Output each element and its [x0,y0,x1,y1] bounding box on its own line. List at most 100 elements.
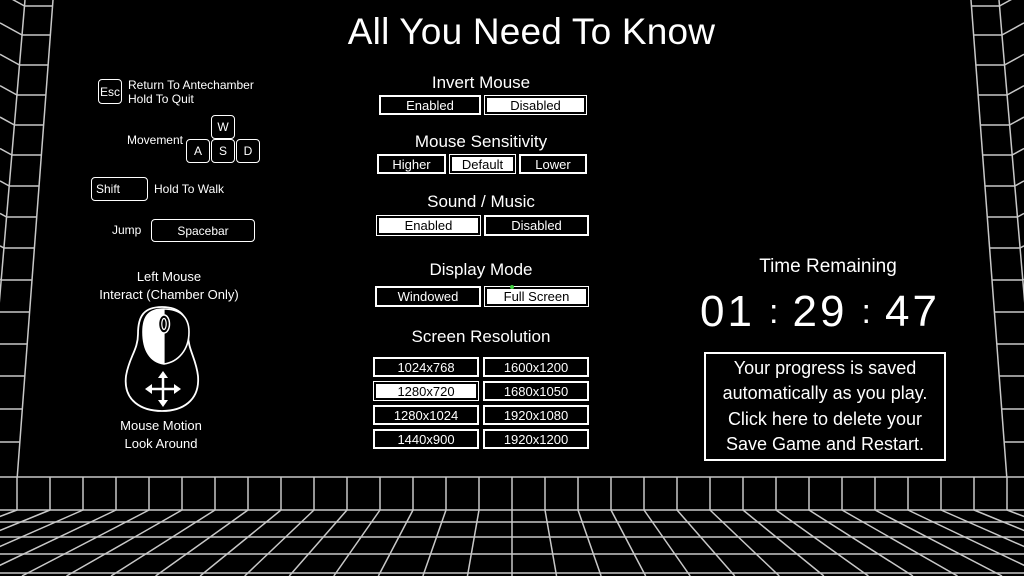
invert-mouse-disabled-button[interactable]: Disabled [484,95,587,115]
floor-perspective-line [244,509,315,576]
mouse-icon [124,306,199,412]
floor-perspective-line [676,509,736,576]
cursor-marker [510,285,514,289]
page-title: All You Need To Know [347,11,716,52]
wall-left-inner-line [16,0,54,478]
resolution-option[interactable]: 1280x720 [373,381,479,401]
display-windowed-button[interactable]: Windowed [375,286,481,307]
s-key-icon: S [211,139,235,163]
wall-left-diagonal [0,85,18,96]
jump-label: Jump [112,223,142,237]
save-notice-line: Save Game and Restart. [725,434,925,454]
floor-perspective-line [21,509,150,576]
floor-perspective-line [775,509,869,576]
floor-perspective-line [377,509,414,576]
invert-mouse-enabled-button[interactable]: Enabled [379,95,481,115]
mouse-motion-line-2: Look Around [124,436,198,451]
help-screen: All You Need To Know Esc Return To Antec… [0,0,1024,576]
display-mode-heading: Display Mode [429,260,533,279]
walk-label: Hold To Walk [154,182,225,196]
floor-perspective-line [66,509,183,576]
screen-resolution-heading: Screen Resolution [411,327,551,346]
countdown-timer: 01 : 29 : 47 [700,290,940,334]
sound-enabled-button[interactable]: Enabled [376,215,481,236]
floor-perspective-line [155,509,249,576]
wall-left-diagonal [0,180,10,187]
floor-perspective-line [288,509,348,576]
resolution-option[interactable]: 1024x768 [373,357,479,377]
wall-left-outer-line [0,0,26,303]
resolution-option[interactable]: 1280x1024 [373,405,479,425]
wall-right-diagonal [1017,212,1024,218]
esc-line-1: Return To Antechamber [128,78,254,92]
wall-left-diagonal [12,0,25,7]
wall-left-diagonal [0,53,20,66]
wall-right-diagonal [1014,180,1024,187]
resolution-option[interactable]: 1440x900 [373,429,479,449]
floor-perspective-line [643,509,691,576]
sensitivity-higher-button[interactable]: Higher [377,154,446,174]
mouse-sensitivity-heading: Mouse Sensitivity [414,132,548,151]
wall-right-diagonal [1004,53,1024,66]
floor-perspective-line [577,509,602,576]
spacebar-key-icon: Spacebar [151,219,255,242]
wall-right-inner-line [970,0,1008,478]
esc-key-icon: Esc [98,79,122,104]
floor-perspective-line [709,509,780,576]
wall-right-diagonal [1006,85,1024,96]
mouse-motion-description: Mouse Motion Look Around [71,417,251,453]
floor-perspective-line [0,509,117,567]
mouse-scroll-wheel [157,314,171,334]
left-mouse-description: Left Mouse Interact (Chamber Only) [79,268,259,304]
floor-perspective-line [199,509,282,576]
display-fullscreen-button[interactable]: Full Screen [484,286,589,307]
floor-perspective-line [466,509,480,576]
sensitivity-lower-button[interactable]: Lower [519,154,587,174]
shift-key-icon: Shift [91,177,148,201]
resolution-option[interactable]: 1600x1200 [483,357,589,377]
floor-perspective-line [841,509,958,576]
timer-separator: : [769,293,779,331]
time-remaining-label: Time Remaining [759,256,897,277]
save-notice-line: automatically as you play. [722,383,928,403]
wall-right-diagonal [999,0,1012,7]
sensitivity-default-button[interactable]: Default [449,154,516,174]
wall-left-diagonal [0,147,13,156]
left-mouse-line-1: Left Mouse [136,269,202,284]
d-key-icon: D [236,139,260,163]
mouse-motion-line-1: Mouse Motion [120,418,202,433]
floor-perspective-line [907,509,1024,567]
floor-perspective-line [422,509,447,576]
timer-hours: 01 [700,287,755,336]
wall-right-diagonal [1009,116,1024,126]
floor-perspective-line [333,509,381,576]
left-mouse-line-2: Interact (Chamber Only) [99,287,239,302]
timer-minutes: 29 [792,287,848,336]
esc-line-2: Hold To Quit [128,92,194,106]
invert-mouse-heading: Invert Mouse [431,73,531,92]
sound-disabled-button[interactable]: Disabled [484,215,589,236]
timer-seconds: 47 [885,287,940,336]
resolution-option[interactable]: 1680x1050 [483,381,589,401]
wall-left-diagonal [0,278,2,281]
a-key-icon: A [186,139,210,163]
resolution-option[interactable]: 1920x1200 [483,429,589,449]
sound-music-heading: Sound / Music [427,192,535,211]
floor-perspective-line [110,509,216,576]
save-notice-line: Your progress is saved [733,357,917,378]
w-key-icon: W [211,115,235,139]
save-notice-line: Click here to delete your [727,408,923,429]
floor-perspective-line [544,509,558,576]
floor-perspective-line [808,509,914,576]
floor-perspective-line [874,509,1003,576]
wall-left-diagonal [0,116,15,126]
timer-separator: : [861,293,871,331]
delete-save-restart-button[interactable]: Your progress is saved automatically as … [704,352,946,461]
resolution-option[interactable]: 1920x1080 [483,405,589,425]
wall-left-diagonal [0,212,7,218]
movement-label: Movement [126,133,183,147]
floor-perspective-line [610,509,647,576]
wall-right-outer-line [998,0,1024,303]
wall-right-diagonal [1011,147,1024,156]
floor-perspective-line [742,509,825,576]
